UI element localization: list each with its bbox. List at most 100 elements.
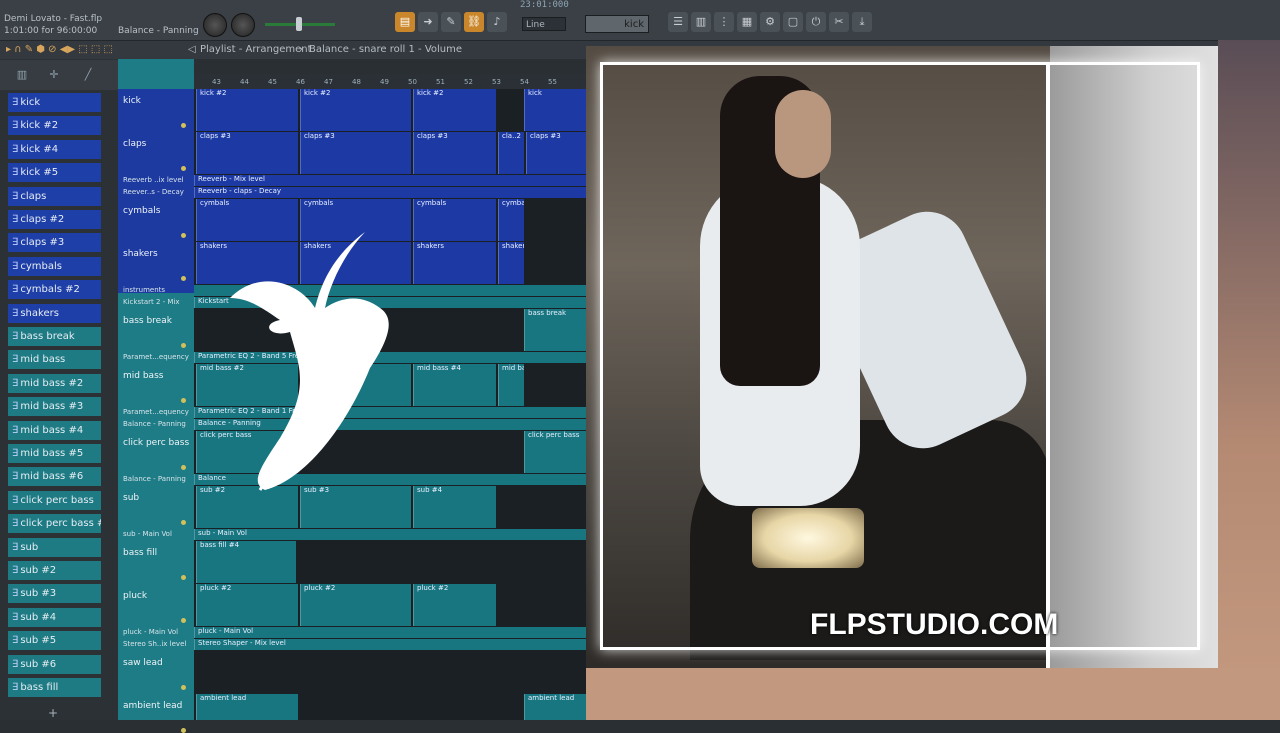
pattern-clip[interactable]: sub #4 (413, 486, 496, 528)
track-mute-led[interactable] (181, 276, 186, 281)
pattern-clip[interactable]: kick #2 (196, 89, 298, 131)
folder-icon[interactable]: ▢ (783, 12, 803, 32)
playlist-lane[interactable]: kick #2 kick #2 kick #2 kick (194, 89, 586, 131)
track-header-label[interactable]: kick (123, 96, 141, 106)
automation-clip[interactable]: Reeverb - Mix level (194, 175, 586, 186)
master-pitch-knob[interactable] (231, 13, 255, 37)
track-mute-led[interactable] (181, 685, 186, 690)
track-header-label[interactable]: click perc bass (123, 438, 189, 448)
track-mute-led[interactable] (181, 465, 186, 470)
track-mute-led[interactable] (181, 520, 186, 525)
pattern-clip[interactable]: shakers (413, 242, 496, 284)
pattern-clip[interactable]: cla..2 (498, 132, 524, 174)
pattern-clip[interactable]: click perc bass (524, 431, 586, 473)
track-mute-led[interactable] (181, 343, 186, 348)
track-header-label[interactable]: mid bass (123, 371, 163, 381)
track-header-label[interactable]: shakers (123, 249, 158, 259)
automation-clip[interactable]: Reeverb - claps - Decay (194, 187, 586, 198)
track-header-label[interactable]: claps (123, 139, 146, 149)
track-header-label[interactable]: Stereo Sh..ix level (123, 640, 186, 648)
playlist-lane[interactable]: Reeverb - Mix level (194, 175, 586, 186)
mixer-icon[interactable]: ☰ (668, 12, 688, 32)
browser-item[interactable]: ∃ sub #4 (8, 607, 101, 627)
track-header-label[interactable]: sub - Main Vol (123, 530, 172, 538)
snap-select[interactable]: Line (522, 17, 566, 31)
pattern-clip[interactable]: ambient lead (524, 694, 586, 720)
playlist-lane[interactable] (194, 651, 586, 693)
automation-clip[interactable]: Stereo Shaper - Mix level (194, 639, 586, 650)
playlist-lane[interactable]: Stereo Shaper - Mix level (194, 639, 586, 650)
playlist-lane[interactable]: pluck - Main Vol (194, 627, 586, 638)
master-volume-knob[interactable] (203, 13, 227, 37)
browser-item[interactable]: ∃ mid bass #6 (8, 467, 101, 487)
browser-icon[interactable]: ▦ (737, 12, 757, 32)
browser-item[interactable]: ∃click perc bass #2 (8, 514, 101, 534)
tools-icon[interactable]: ✂ (829, 12, 849, 32)
pattern-clip[interactable]: cymbals (413, 199, 496, 241)
track-header-label[interactable]: pluck (123, 591, 147, 601)
browser-item[interactable]: ∃ mid bass #3 (8, 397, 101, 417)
pattern-clip[interactable]: pluck #2 (413, 584, 496, 626)
playlist-icon[interactable]: ▤ (395, 12, 415, 32)
pattern-clip[interactable]: mid bass #4 (413, 364, 496, 406)
browser-item[interactable]: ∃ bass break (8, 327, 101, 346)
playlist-lane[interactable]: pluck #2 pluck #2 pluck #2 (194, 584, 586, 626)
browser-item[interactable]: ∃ kick #4 (8, 139, 101, 159)
track-header-label[interactable]: cymbals (123, 206, 160, 216)
arrow-icon[interactable]: ➜ (418, 12, 438, 32)
browser-item[interactable]: ∃ bass fill (8, 678, 101, 697)
playlist-lane[interactable]: Reeverb - claps - Decay (194, 187, 586, 198)
track-header-label[interactable]: Balance - Panning (123, 420, 186, 428)
track-mute-led[interactable] (181, 575, 186, 580)
browser-item[interactable]: ∃ claps (8, 186, 101, 206)
piano-roll-icon[interactable]: ▥ (691, 12, 711, 32)
browser-item[interactable]: ∃ mid bass #5 (8, 444, 101, 463)
track-mute-led[interactable] (181, 123, 186, 128)
browser-item[interactable]: ∃ sub #3 (8, 584, 101, 604)
playlist-lane[interactable]: sub - Main Vol (194, 529, 586, 540)
pattern-clip[interactable]: pluck #2 (196, 584, 298, 626)
plugin-icon[interactable]: ⚙ (760, 12, 780, 32)
track-header-label[interactable]: instruments (123, 286, 165, 294)
playlist-lane[interactable]: claps #3 claps #3 claps #3 cla..2 claps #3 (194, 132, 586, 174)
playlist-lane[interactable]: ambient lead ambient lead (194, 694, 586, 720)
track-mute-led[interactable] (181, 166, 186, 171)
browser-item[interactable]: ∃ kick #2 (8, 116, 101, 136)
plug-icon[interactable]: ⏻ (806, 12, 826, 32)
track-header-label[interactable]: pluck - Main Vol (123, 628, 178, 636)
track-header-label[interactable]: Balance - Panning (123, 475, 186, 483)
automation-clip[interactable]: sub - Main Vol (194, 529, 586, 540)
browser-item[interactable]: ∃ click perc bass (8, 490, 101, 510)
speaker-icon[interactable]: ◁ (188, 41, 196, 59)
browser-item[interactable]: ∃ cymbals (8, 256, 101, 276)
channel-select[interactable]: kick (585, 15, 649, 33)
pattern-clip[interactable]: kick (524, 89, 586, 131)
add-track-button[interactable]: + (48, 706, 58, 720)
track-header-label[interactable]: sub (123, 493, 139, 503)
browser-item[interactable]: ∃ sub #6 (8, 654, 101, 674)
track-header-label[interactable]: Paramet...equency (123, 353, 189, 361)
track-header-label[interactable]: bass break (123, 316, 172, 326)
pattern-clip[interactable]: claps #3 (300, 132, 411, 174)
pattern-clip[interactable]: cymbals (498, 199, 524, 241)
slash-icon[interactable]: ╱ (78, 68, 98, 82)
render-icon[interactable]: ⤓ (852, 12, 872, 32)
track-header-label[interactable]: Reever..s - Decay (123, 188, 184, 196)
pattern-clip[interactable]: claps #3 (413, 132, 496, 174)
pattern-clip[interactable]: bass fill #4 (196, 541, 296, 583)
track-mute-led[interactable] (181, 618, 186, 623)
browser-item[interactable]: ∃ sub #5 (8, 631, 101, 651)
browser-item[interactable]: ∃ claps #3 (8, 233, 101, 253)
pattern-clip[interactable]: kick #2 (300, 89, 411, 131)
pencil-icon[interactable]: ✎ (441, 12, 461, 32)
browser-item[interactable]: ∃ sub #2 (8, 561, 101, 580)
browser-item[interactable]: ∃ cymbals #2 (8, 280, 101, 300)
piano-icon[interactable]: ▥ (12, 68, 32, 82)
track-header-label[interactable]: saw lead (123, 658, 163, 668)
track-header-label[interactable]: Reeverb ..ix level (123, 176, 184, 184)
track-header-label[interactable]: ambient lead (123, 701, 182, 711)
track-header-label[interactable]: Paramet...equency (123, 408, 189, 416)
pattern-clip[interactable]: kick #2 (413, 89, 496, 131)
pattern-clip[interactable]: pluck #2 (300, 584, 411, 626)
browser-item[interactable]: ∃ kick #5 (8, 163, 101, 183)
